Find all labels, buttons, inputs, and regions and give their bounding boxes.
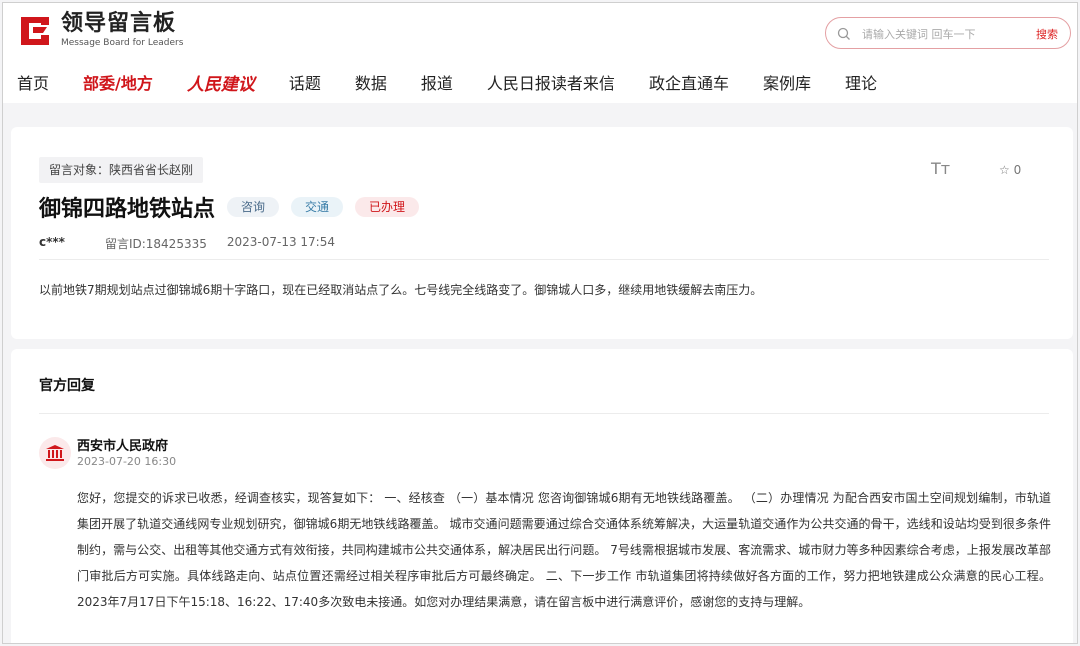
search-box: 搜索 <box>825 17 1071 49</box>
site-header: 领导留言板 Message Board for Leaders 搜索 首页 部委… <box>3 3 1077 103</box>
search-input[interactable] <box>860 24 1024 44</box>
message-id: 留言ID:18425335 <box>104 237 207 251</box>
nav-item-case-library[interactable]: 案例库 <box>763 70 811 94</box>
nav-item-theory[interactable]: 理论 <box>845 70 877 94</box>
nav-item-topics[interactable]: 话题 <box>289 70 321 94</box>
page-frame: 领导留言板 Message Board for Leaders 搜索 首页 部委… <box>2 2 1078 644</box>
search-icon <box>837 26 851 40</box>
nav-item-reports[interactable]: 报道 <box>421 70 453 94</box>
divider <box>39 413 1049 414</box>
tag-traffic: 交通 <box>291 197 344 217</box>
divider <box>39 259 1049 260</box>
tag-status-handled: 已办理 <box>355 197 420 217</box>
nav-item-ministries-local[interactable]: 部委/地方 <box>83 70 153 94</box>
logo-subtitle: Message Board for Leaders <box>61 38 184 48</box>
font-size-icon[interactable]: Tт <box>931 159 950 178</box>
logo-title: 领导留言板 <box>61 11 177 36</box>
message-author: c*** <box>39 235 65 249</box>
main-nav: 首页 部委/地方 人民建议 话题 数据 报道 人民日报读者来信 政企直通车 案例… <box>3 67 911 97</box>
nav-item-data[interactable]: 数据 <box>355 70 387 94</box>
nav-item-home[interactable]: 首页 <box>17 70 49 94</box>
reply-organization: 西安市人民政府 <box>77 439 169 454</box>
government-building-icon <box>39 437 71 469</box>
reply-section-title: 官方回复 <box>39 378 95 394</box>
message-content: 以前地铁7期规划站点过御锦城6期十字路口，现在已经取消站点了么。七号线完全线路变… <box>39 283 763 297</box>
search-button[interactable]: 搜索 <box>1036 26 1058 42</box>
tag-consult: 咨询 <box>227 197 280 217</box>
nav-item-reader-letters[interactable]: 人民日报读者来信 <box>487 70 615 94</box>
message-target: 留言对象：陕西省省长赵刚 <box>39 157 204 183</box>
message-meta: c*** 留言ID:18425335 2023-07-13 17:54 <box>39 235 355 252</box>
logo-mark-icon <box>17 11 55 49</box>
favorite-button[interactable]: ☆ 0 <box>999 163 1021 177</box>
reply-card: 官方回复 西安市人民政府 2023-07-20 16:30 您好，您提交的诉求已… <box>11 349 1073 643</box>
reply-body: 您好，您提交的诉求已收悉，经调查核实，现答复如下： 一、经核查 （一）基本情况 … <box>77 491 1051 609</box>
message-card: 留言对象：陕西省省长赵刚 Tт ☆ 0 御锦四路地铁站点 咨询 交通 已办理 c… <box>11 127 1073 339</box>
message-title: 御锦四路地铁站点 <box>39 197 216 222</box>
site-logo[interactable]: 领导留言板 Message Board for Leaders <box>17 11 183 49</box>
nav-item-people-suggestions[interactable]: 人民建议 <box>187 70 255 95</box>
title-row: 御锦四路地铁站点 咨询 交通 已办理 <box>39 191 420 223</box>
message-time: 2023-07-13 17:54 <box>226 235 335 249</box>
reply-time: 2023-07-20 16:30 <box>77 455 177 468</box>
nav-item-gov-enterprise[interactable]: 政企直通车 <box>649 70 729 94</box>
